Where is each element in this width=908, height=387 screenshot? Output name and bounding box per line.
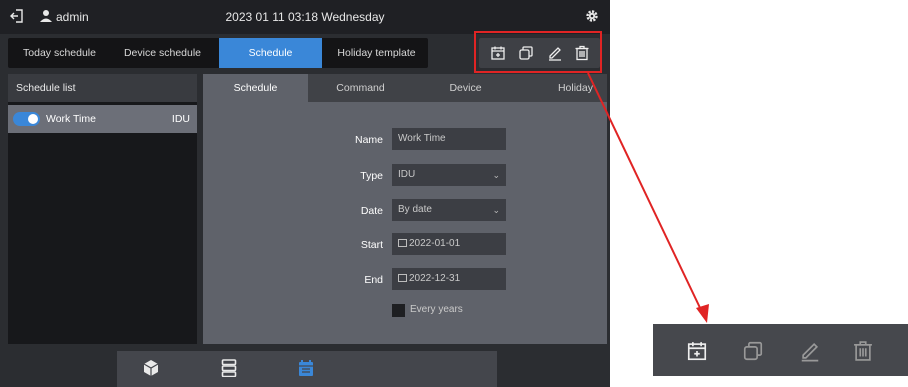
calendar-icon[interactable] bbox=[298, 359, 314, 377]
add-schedule-icon[interactable] bbox=[490, 45, 506, 61]
tab-schedule[interactable]: Schedule bbox=[219, 38, 322, 68]
bottom-nav bbox=[117, 351, 497, 387]
chevron-down-icon: ⌄ bbox=[492, 170, 500, 180]
type-select[interactable]: IDU ⌄ bbox=[392, 164, 506, 186]
schedule-name: Work Time bbox=[46, 113, 96, 125]
date-mode-value: By date bbox=[398, 204, 432, 215]
copy-icon[interactable] bbox=[518, 45, 534, 61]
device-box-icon[interactable] bbox=[143, 359, 159, 377]
end-date-value: 2022-12-31 bbox=[409, 273, 461, 284]
copy-icon[interactable] bbox=[742, 340, 764, 362]
add-schedule-icon[interactable] bbox=[686, 340, 708, 362]
schedule-list-title: Schedule list bbox=[8, 74, 197, 102]
detail-tabs: Schedule Command Device Holiday bbox=[203, 74, 607, 102]
tab-detail-command[interactable]: Command bbox=[308, 74, 413, 102]
tab-holiday-template[interactable]: Holiday template bbox=[325, 38, 428, 68]
edit-icon[interactable] bbox=[547, 45, 563, 61]
server-list-icon[interactable] bbox=[221, 359, 237, 377]
delete-icon[interactable] bbox=[852, 340, 874, 362]
calendar-small-icon bbox=[398, 274, 407, 282]
end-label: End bbox=[364, 274, 383, 286]
schedule-detail-panel: Schedule Command Device Holiday Name Wor… bbox=[203, 74, 607, 344]
tab-today-schedule[interactable]: Today schedule bbox=[8, 38, 111, 68]
tab-detail-device[interactable]: Device bbox=[413, 74, 518, 102]
start-date-value: 2022-01-01 bbox=[409, 238, 461, 249]
schedule-list-panel: Schedule list Work Time IDU bbox=[8, 74, 197, 344]
name-label: Name bbox=[354, 134, 383, 146]
schedule-toolbar bbox=[479, 38, 600, 68]
every-years-checkbox[interactable] bbox=[392, 304, 405, 317]
date-label: Date bbox=[360, 205, 383, 217]
tab-detail-holiday[interactable]: Holiday bbox=[518, 74, 607, 102]
end-date-field[interactable]: 2022-12-31 bbox=[392, 268, 506, 290]
top-bar: admin 2023 01 11 03:18 Wednesday bbox=[0, 0, 610, 34]
enable-toggle[interactable] bbox=[13, 112, 40, 126]
chevron-down-icon: ⌄ bbox=[492, 205, 500, 215]
type-value: IDU bbox=[398, 169, 416, 180]
every-years-label: Every years bbox=[410, 304, 463, 315]
date-mode-select[interactable]: By date ⌄ bbox=[392, 199, 506, 221]
datetime-display: 2023 01 11 03:18 Wednesday bbox=[225, 10, 385, 24]
schedule-type: IDU bbox=[171, 113, 190, 125]
calendar-small-icon bbox=[398, 239, 407, 247]
name-value: Work Time bbox=[398, 133, 446, 144]
edit-icon[interactable] bbox=[799, 340, 821, 362]
start-label: Start bbox=[360, 239, 383, 251]
type-label: Type bbox=[360, 170, 383, 182]
gear-icon[interactable] bbox=[585, 9, 599, 23]
start-date-field[interactable]: 2022-01-01 bbox=[392, 233, 506, 255]
name-field[interactable]: Work Time bbox=[392, 128, 506, 150]
app-window: admin 2023 01 11 03:18 Wednesday Today s… bbox=[0, 0, 610, 387]
tab-detail-schedule[interactable]: Schedule bbox=[203, 74, 308, 102]
main-nav: Today schedule Device schedule Schedule … bbox=[8, 38, 428, 68]
zoomed-toolbar bbox=[653, 324, 908, 376]
delete-icon[interactable] bbox=[574, 45, 590, 61]
tab-device-schedule[interactable]: Device schedule bbox=[111, 38, 214, 68]
list-item[interactable]: Work Time IDU bbox=[8, 105, 197, 133]
